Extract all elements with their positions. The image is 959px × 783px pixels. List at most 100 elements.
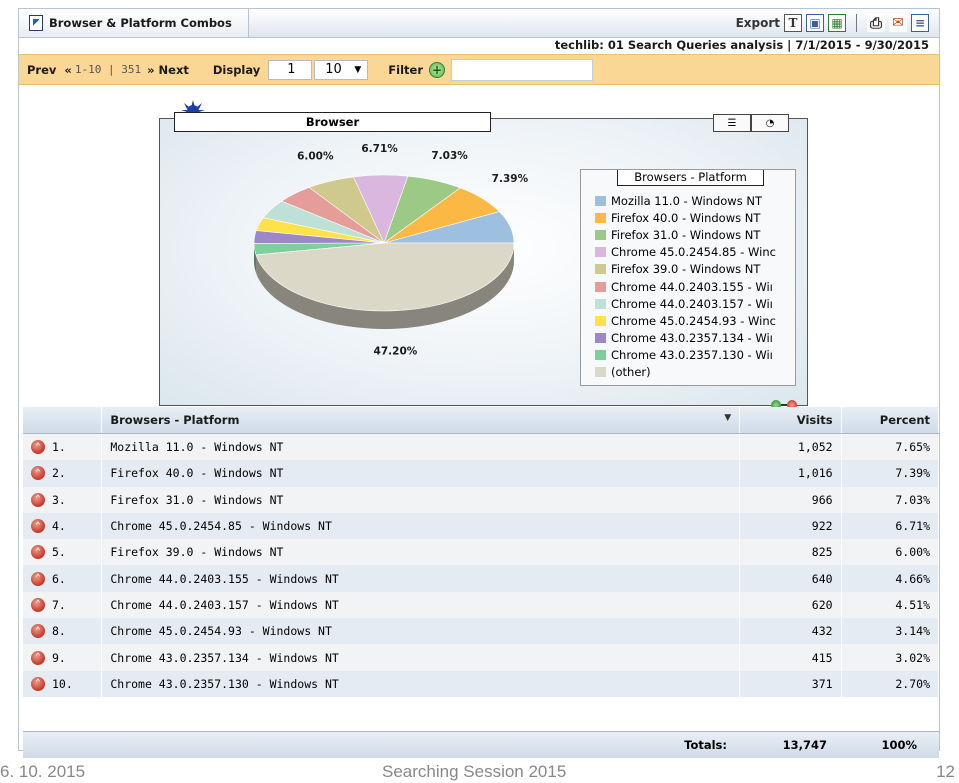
- legend-item[interactable]: Chrome 45.0.2454.85 - Winc: [595, 244, 780, 261]
- browser-cell[interactable]: Firefox 40.0 - Windows NT: [101, 460, 741, 487]
- filter-input[interactable]: [451, 58, 593, 81]
- legend-item[interactable]: Mozilla 11.0 - Windows NT: [595, 192, 780, 209]
- add-filter-icon[interactable]: +: [429, 61, 445, 78]
- table-row[interactable]: ⌃ 10. Chrome 43.0.2357.130 - Windows NT 371…: [23, 670, 940, 697]
- page-number-input[interactable]: 1: [268, 59, 313, 80]
- browser-cell[interactable]: Chrome 44.0.2403.157 - Windows NT: [101, 591, 741, 619]
- rank-cell: ⌃ 4.: [23, 512, 103, 540]
- remove-row-icon[interactable]: ⌃: [31, 624, 45, 639]
- table-row[interactable]: ⌃ 6. Chrome 44.0.2403.155 - Windows NT 640 4…: [23, 565, 940, 592]
- print-icon[interactable]: ⎙: [867, 14, 885, 32]
- visits-cell: 640: [739, 565, 842, 592]
- legend-item[interactable]: Chrome 44.0.2403.157 - Wiı: [595, 295, 780, 312]
- remove-row-icon[interactable]: ⌃: [31, 466, 45, 481]
- image-export-icon[interactable]: ▣: [806, 14, 824, 32]
- legend-item-label: Firefox 39.0 - Windows NT: [611, 262, 761, 277]
- percent-cell: 7.65%: [841, 433, 940, 461]
- percent-cell: 4.51%: [841, 591, 940, 619]
- next-link[interactable]: Next: [159, 63, 189, 77]
- report-subtitle: techlib: 01 Search Queries analysis | 7/…: [554, 38, 929, 52]
- browser-cell[interactable]: Firefox 31.0 - Windows NT: [101, 486, 741, 513]
- rank-number: 9.: [52, 650, 66, 665]
- legend-swatch: [595, 367, 606, 378]
- data-table: Browsers - Platform ▼ Visits Percent ⌃ 1.…: [23, 407, 940, 697]
- browser-cell[interactable]: Chrome 45.0.2454.85 - Windows NT: [101, 512, 741, 540]
- sort-desc-icon[interactable]: ▼: [724, 413, 731, 423]
- rank-cell: ⌃ 7.: [23, 591, 103, 619]
- legend-item-label: Chrome 45.0.2454.85 - Winc: [611, 245, 776, 260]
- legend-swatch: [595, 229, 606, 240]
- legend-swatch: [595, 315, 606, 326]
- table-row[interactable]: ⌃ 4. Chrome 45.0.2454.85 - Windows NT 922 6.…: [23, 512, 940, 540]
- visits-cell: 415: [739, 644, 842, 671]
- legend-item[interactable]: Chrome 45.0.2454.93 - Winc: [595, 312, 780, 329]
- visits-cell: 922: [739, 512, 842, 540]
- column-header-browser-label: Browsers - Platform: [110, 413, 240, 427]
- report-title: Browser & Platform Combos: [49, 16, 232, 30]
- browser-cell[interactable]: Chrome 43.0.2357.130 - Windows NT: [101, 670, 741, 697]
- table-row[interactable]: ⌃ 7. Chrome 44.0.2403.157 - Windows NT 620 4…: [23, 591, 940, 619]
- excel-export-icon[interactable]: ▦: [828, 14, 846, 32]
- page-number-value: 1: [287, 62, 296, 77]
- table-row[interactable]: ⌃ 8. Chrome 45.0.2454.93 - Windows NT 432 3.…: [23, 618, 940, 645]
- table-row[interactable]: ⌃ 1. Mozilla 11.0 - Windows NT 1,052 7.65%: [23, 433, 940, 461]
- prev-link[interactable]: Prev: [27, 63, 56, 77]
- browser-cell[interactable]: Chrome 45.0.2454.93 - Windows NT: [101, 618, 741, 645]
- totals-label: Totals:: [684, 738, 727, 752]
- visits-cell: 620: [739, 591, 842, 619]
- remove-row-icon[interactable]: ⌃: [31, 440, 45, 455]
- footer-page-number: 12: [936, 762, 955, 781]
- browser-cell[interactable]: Firefox 39.0 - Windows NT: [101, 539, 741, 566]
- column-header-browser[interactable]: Browsers - Platform ▼: [101, 407, 741, 434]
- legend-item[interactable]: Firefox 40.0 - Windows NT: [595, 209, 780, 226]
- column-header-visits[interactable]: Visits: [739, 407, 842, 434]
- remove-row-icon[interactable]: ⌃: [31, 545, 45, 560]
- visits-cell: 371: [739, 670, 842, 697]
- remove-row-icon[interactable]: ⌃: [31, 519, 45, 534]
- pie-chart-icon[interactable]: ◔: [751, 114, 789, 132]
- table-header-row: Browsers - Platform ▼ Visits Percent: [23, 407, 940, 434]
- legend-item[interactable]: Firefox 39.0 - Windows NT: [595, 261, 780, 278]
- rank-number: 10.: [52, 676, 73, 691]
- text-export-icon[interactable]: T: [784, 14, 802, 32]
- legend-item-label: Chrome 45.0.2454.93 - Winc: [611, 313, 776, 328]
- visits-cell: 825: [739, 539, 842, 566]
- report-tab[interactable]: Browser & Platform Combos: [19, 9, 249, 37]
- legend-item[interactable]: Chrome 44.0.2403.155 - Wiı: [595, 278, 780, 295]
- bar-chart-icon[interactable]: ☰: [713, 114, 751, 132]
- rows-per-page-select[interactable]: 10 ▼: [314, 59, 369, 80]
- percent-cell: 3.14%: [841, 618, 940, 645]
- remove-row-icon[interactable]: ⌃: [31, 571, 45, 586]
- rank-number: 5.: [52, 545, 66, 560]
- next-arrow-icon[interactable]: »: [147, 63, 154, 77]
- column-header-percent[interactable]: Percent: [841, 407, 940, 434]
- chevron-down-icon: ▼: [354, 64, 362, 75]
- browser-cell[interactable]: Mozilla 11.0 - Windows NT: [101, 433, 741, 461]
- pagination-bar: Prev « 1-10 | 351 » Next Display 1 10 ▼ …: [19, 54, 939, 85]
- table-row[interactable]: ⌃ 5. Firefox 39.0 - Windows NT 825 6.00%: [23, 539, 940, 566]
- legend-swatch: [595, 195, 606, 206]
- table-row[interactable]: ⌃ 2. Firefox 40.0 - Windows NT 1,016 7.39%: [23, 460, 940, 487]
- display-label: Display: [212, 62, 261, 77]
- legend-item[interactable]: Chrome 43.0.2357.130 - Wiı: [595, 347, 780, 364]
- remove-row-icon[interactable]: ⌃: [31, 650, 45, 665]
- table-row[interactable]: ⌃ 3. Firefox 31.0 - Windows NT 966 7.03%: [23, 486, 940, 513]
- table-row[interactable]: ⌃ 9. Chrome 43.0.2357.134 - Windows NT 415 3…: [23, 644, 940, 671]
- remove-row-icon[interactable]: ⌃: [31, 597, 45, 612]
- legend-item[interactable]: Firefox 31.0 - Windows NT: [595, 226, 780, 243]
- browser-cell[interactable]: Chrome 43.0.2357.134 - Windows NT: [101, 644, 741, 671]
- pie-data-label: 7.03%: [431, 150, 468, 162]
- remove-row-icon[interactable]: ⌃: [31, 676, 45, 691]
- legend-item-label: Mozilla 11.0 - Windows NT: [611, 193, 762, 208]
- schedule-icon[interactable]: ≡: [911, 14, 929, 32]
- totals-row: Totals: 13,747 100%: [23, 731, 939, 758]
- email-icon[interactable]: ✉: [889, 14, 907, 32]
- legend-item[interactable]: Chrome 43.0.2357.134 - Wiı: [595, 330, 780, 347]
- rank-cell: ⌃ 3.: [23, 486, 103, 513]
- prev-arrow-icon[interactable]: «: [64, 63, 71, 77]
- percent-cell: 4.66%: [841, 565, 940, 592]
- legend-swatch: [595, 281, 606, 292]
- legend-item[interactable]: (other): [595, 364, 780, 381]
- browser-cell[interactable]: Chrome 44.0.2403.155 - Windows NT: [101, 565, 741, 592]
- remove-row-icon[interactable]: ⌃: [31, 492, 45, 507]
